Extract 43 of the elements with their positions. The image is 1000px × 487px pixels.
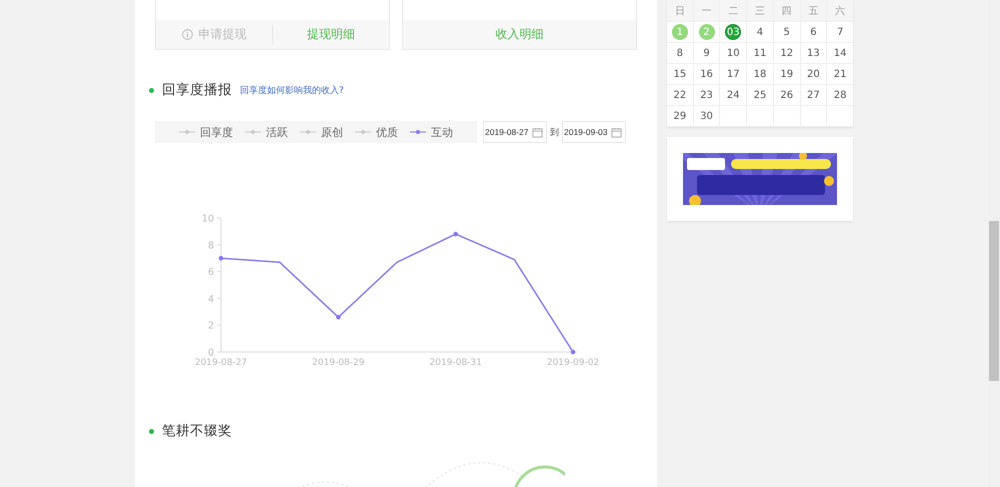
weekday-label: 二 (720, 0, 746, 21)
legend-line-icon (300, 129, 316, 135)
axis-label: 8 (208, 240, 214, 252)
axis-label: 6 (208, 267, 214, 278)
weekday-label: 日 (667, 0, 693, 21)
data-point (570, 350, 576, 354)
date-field[interactable]: 2019-09-03 (562, 121, 626, 143)
weekday-label: 四 (774, 0, 800, 21)
info-icon (182, 29, 192, 40)
axis-label: 4 (208, 294, 214, 305)
weekday-label: 六 (827, 0, 853, 21)
calendar-icon (532, 126, 543, 138)
legend-item[interactable]: 回享度 (179, 124, 233, 140)
date-separator: 到 (550, 126, 559, 138)
bullet-icon (149, 428, 154, 434)
data-point (453, 232, 458, 236)
legend-item[interactable]: 活跃 (245, 124, 288, 140)
legend-item[interactable]: 互动 (410, 124, 453, 140)
data-point (218, 256, 224, 260)
legend-line-icon (179, 129, 195, 135)
help-link[interactable]: 回享度如何影响我的收入? (240, 84, 344, 96)
weekday-label: 一 (694, 0, 720, 21)
legend-item[interactable]: 原创 (300, 124, 343, 140)
axis-label: 10 (202, 214, 214, 224)
axis-label: 2019-09-02 (546, 358, 600, 368)
legend-line-icon (410, 129, 426, 135)
weekday-label: 三 (747, 0, 773, 21)
scrollbar-thumb[interactable] (989, 221, 999, 381)
axis-label: 2 (208, 320, 214, 332)
legend-item[interactable]: 优质 (355, 124, 398, 140)
legend-line-icon (245, 129, 261, 135)
axis-label: 2019-08-27 (194, 358, 248, 368)
calendar-icon (611, 126, 622, 138)
axis-label: 0 (208, 348, 214, 358)
axis-label: 2019-08-29 (312, 358, 364, 368)
axis-label: 2019-08-31 (430, 358, 482, 368)
bullet-icon (149, 88, 154, 92)
weekday-label: 五 (800, 0, 826, 21)
legend-line-icon (355, 129, 371, 135)
data-point (336, 314, 341, 320)
date-field[interactable]: 2019-08-27 (483, 121, 547, 143)
section-title: 回享度播报 (162, 81, 232, 99)
section-title: 笔耕不辍奖 (162, 422, 232, 440)
